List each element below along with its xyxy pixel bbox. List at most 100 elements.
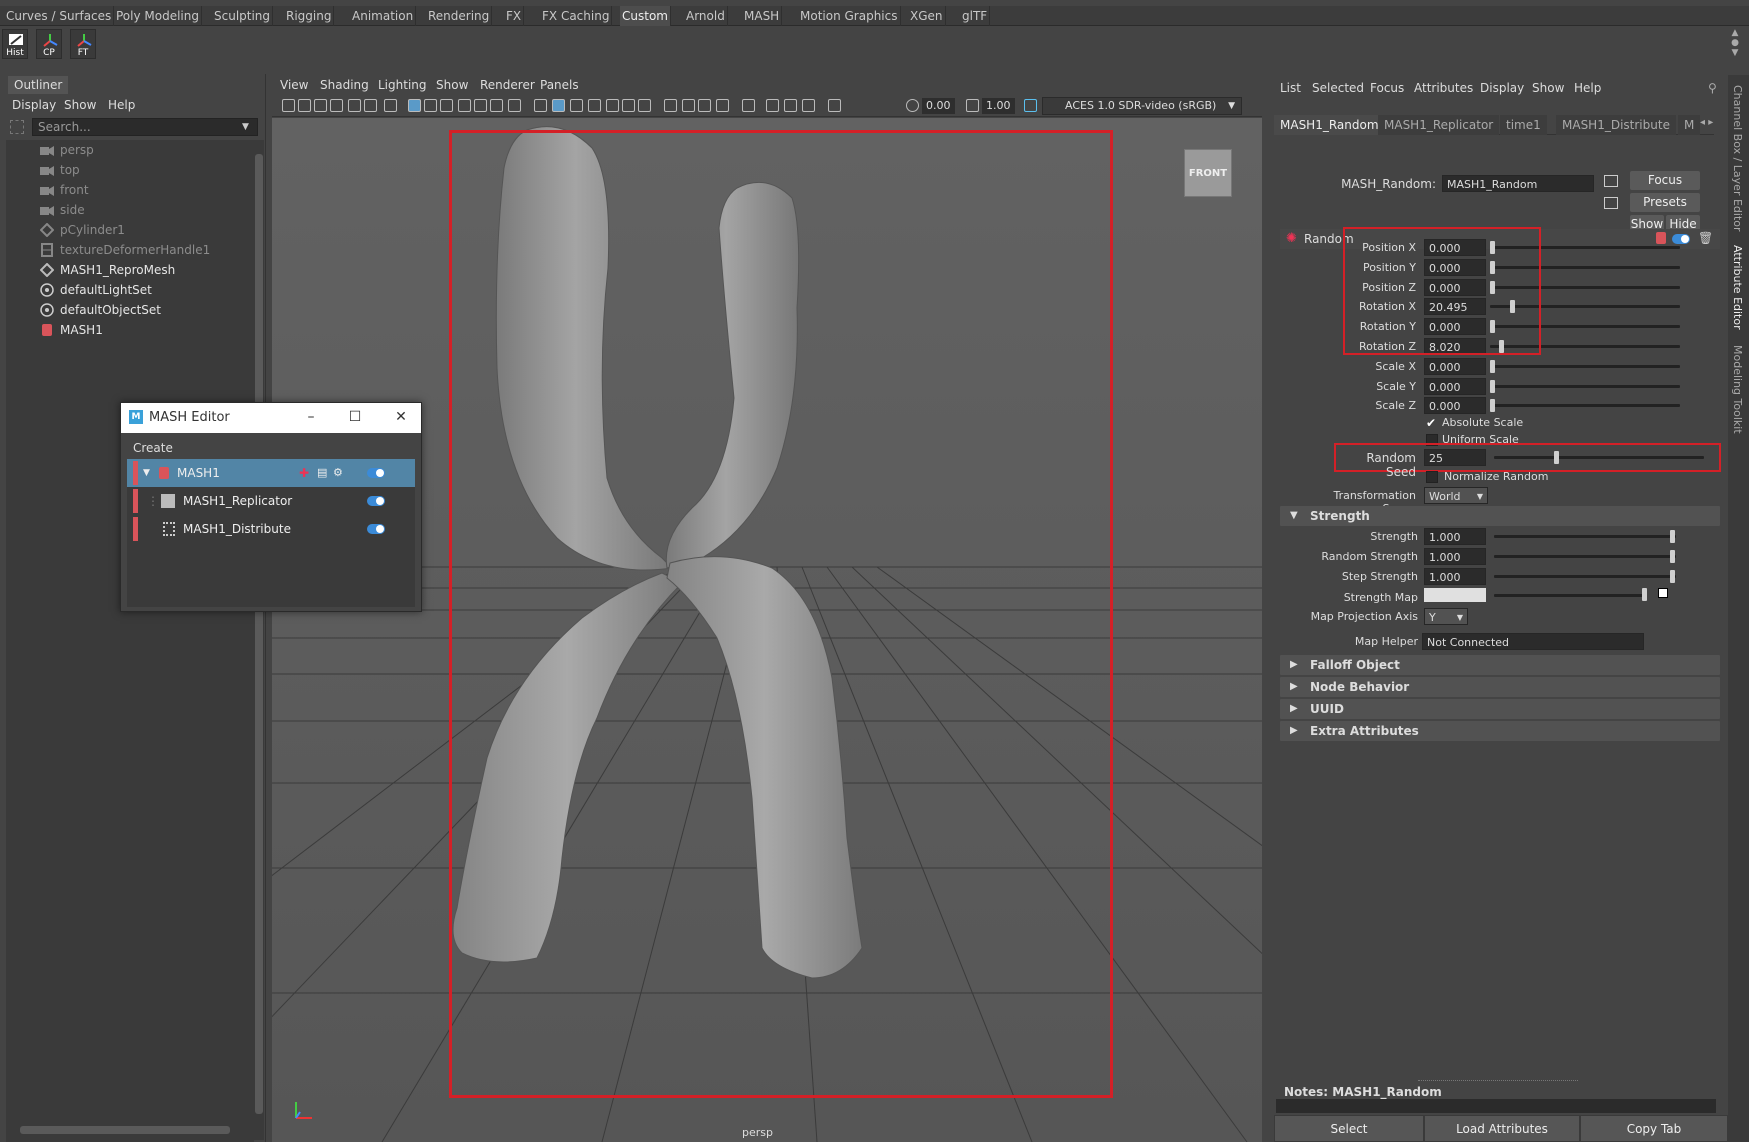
strength-attr-field[interactable]: 1.000	[1424, 568, 1486, 585]
mash-node-row-replicator[interactable]: ⋮ MASH1_Replicator	[127, 487, 415, 515]
strength-slider-handle[interactable]	[1670, 570, 1675, 583]
node-name-field[interactable]: MASH1_Random	[1442, 175, 1594, 192]
shelf-scroll-arrows[interactable]: ▲ ● ▼	[1728, 28, 1742, 60]
viewport-menu-renderer[interactable]: Renderer	[480, 75, 535, 95]
attr-field[interactable]: 0.000	[1424, 397, 1486, 415]
node-behavior-section[interactable]: ▶ Node Behavior	[1280, 677, 1720, 697]
filter-icon[interactable]	[10, 120, 24, 134]
viewport-tool-icon[interactable]	[474, 99, 487, 112]
viewport-tool-icon[interactable]	[588, 99, 601, 112]
viewport-tool-icon[interactable]	[508, 99, 521, 112]
search-options-chevron-icon[interactable]: ▼	[242, 122, 249, 132]
outliner-item-top[interactable]: top	[6, 160, 251, 180]
mash-editor-titlebar[interactable]: M MASH Editor – ☐ ✕	[121, 403, 421, 433]
output-connection-icon[interactable]	[1604, 197, 1618, 209]
shelf-tab-fx[interactable]: FX	[504, 6, 525, 26]
replicator-toggle[interactable]	[367, 496, 385, 506]
ae-menu-list[interactable]: List	[1280, 81, 1301, 95]
outliner-menu-display[interactable]: Display	[12, 96, 56, 114]
outliner-item-front[interactable]: front	[6, 180, 251, 200]
viewport-tool-icon[interactable]	[682, 99, 695, 112]
nodes-icon[interactable]: ⚙	[333, 459, 343, 487]
transformation-space-dropdown[interactable]: World ▼	[1424, 487, 1488, 504]
viewport-tool-icon[interactable]	[408, 99, 421, 112]
viewport-tool-icon[interactable]	[348, 99, 361, 112]
ae-tab-time1[interactable]: time1	[1500, 115, 1547, 135]
mash-node-icon[interactable]	[1656, 232, 1666, 244]
viewport-menu-show[interactable]: Show	[436, 75, 468, 95]
viewport-menu-shading[interactable]: Shading	[320, 75, 369, 95]
random-seed-slider[interactable]	[1494, 456, 1704, 459]
channel-box-tab[interactable]: Channel Box / Layer Editor	[1731, 85, 1744, 232]
shelf-tab-mash[interactable]: MASH	[742, 6, 783, 26]
viewport-tool-icon[interactable]	[440, 99, 453, 112]
strength-slider[interactable]	[1494, 575, 1676, 578]
extra-attributes-section[interactable]: ▶ Extra Attributes	[1280, 721, 1720, 741]
attr-slider-handle[interactable]	[1490, 359, 1495, 373]
random-seed-slider-handle[interactable]	[1554, 451, 1559, 464]
viewport-menu-lighting[interactable]: Lighting	[378, 75, 427, 95]
outliner-search-input[interactable]: Search...	[32, 118, 258, 136]
viewport-tool-icon[interactable]	[766, 99, 779, 112]
viewport-tool-icon[interactable]	[490, 99, 503, 112]
ae-menu-display[interactable]: Display	[1480, 81, 1524, 95]
ae-tab-more[interactable]: M	[1678, 115, 1701, 135]
attr-field[interactable]: 0.000	[1424, 377, 1486, 395]
strength-map-slider[interactable]	[1494, 594, 1644, 597]
strength-slider-handle[interactable]	[1670, 530, 1675, 543]
shelf-tab-arnold[interactable]: Arnold	[684, 6, 728, 26]
outliner-item-pcylinder1[interactable]: pCylinder1	[6, 220, 251, 240]
attr-slider[interactable]	[1490, 364, 1680, 368]
attr-slider-handle[interactable]	[1490, 399, 1495, 413]
ae-menu-attributes[interactable]: Attributes	[1414, 81, 1473, 95]
tab-scroll-arrows[interactable]: ◂ ▸	[1700, 117, 1713, 128]
hist-shelf-button[interactable]: Hist	[2, 29, 28, 59]
close-icon[interactable]: ✕	[391, 407, 411, 427]
absolute-scale-checkbox[interactable]: ✔	[1426, 417, 1438, 429]
outliner-item-defaultlightset[interactable]: defaultLightSet	[6, 280, 251, 300]
notes-field[interactable]	[1276, 1099, 1716, 1113]
scroll-thumb[interactable]	[255, 154, 263, 1114]
view-cube-front[interactable]: FRONT	[1184, 149, 1232, 197]
shelf-tab-motion-graphics[interactable]: Motion Graphics	[798, 6, 901, 26]
viewport-menu-panels[interactable]: Panels	[540, 75, 579, 95]
distribute-toggle[interactable]	[367, 524, 385, 534]
outliner-item-defaultobjectset[interactable]: defaultObjectSet	[6, 300, 251, 320]
notes-icon[interactable]: ▤	[317, 459, 327, 487]
falloff-object-section[interactable]: ▶ Falloff Object	[1280, 655, 1720, 675]
viewport-tool-icon[interactable]	[330, 99, 343, 112]
modeling-toolkit-tab[interactable]: Modeling Toolkit	[1731, 345, 1744, 434]
map-projection-axis-dropdown[interactable]: Y ▼	[1424, 608, 1468, 625]
shelf-tab-rigging[interactable]: Rigging	[284, 6, 335, 26]
viewport-tool-icon[interactable]	[742, 99, 755, 112]
add-node-icon[interactable]: ✚	[299, 459, 309, 487]
enable-toggle[interactable]	[1672, 234, 1690, 244]
outliner-menu-show[interactable]: Show	[64, 96, 96, 114]
outliner-item-texturedeformerhandle1[interactable]: textureDeformerHandle1	[6, 240, 251, 260]
notes-divider[interactable]	[1418, 1080, 1578, 1081]
viewport-tool-icon[interactable]	[384, 99, 397, 112]
minimize-icon[interactable]: –	[301, 407, 321, 427]
viewport-tool-icon[interactable]	[802, 99, 815, 112]
outliner-item-side[interactable]: side	[6, 200, 251, 220]
strength-attr-field[interactable]: 1.000	[1424, 528, 1486, 545]
strength-map-swatch[interactable]	[1424, 588, 1486, 602]
mash-node-row-mash1[interactable]: ▼ MASH1 ✚ ▤ ⚙	[127, 459, 415, 487]
strength-map-slider-handle[interactable]	[1642, 588, 1647, 601]
mash1-toggle[interactable]	[367, 468, 385, 478]
viewport-tool-icon[interactable]	[622, 99, 635, 112]
shelf-tab-fx-caching[interactable]: FX Caching	[540, 6, 613, 26]
viewport-tool-icon[interactable]	[314, 99, 327, 112]
3d-viewport[interactable]: FRONT persp	[272, 118, 1262, 1142]
load-attributes-button[interactable]: Load Attributes	[1424, 1115, 1580, 1142]
shelf-tab-rendering[interactable]: Rendering	[426, 6, 493, 26]
ae-menu-help[interactable]: Help	[1574, 81, 1601, 95]
ae-tab-mash1-distribute[interactable]: MASH1_Distribute	[1556, 115, 1676, 135]
shelf-tab-curves-surfaces[interactable]: Curves / Surfaces	[4, 6, 115, 26]
strength-slider[interactable]	[1494, 555, 1676, 558]
viewport-tool-icon[interactable]	[606, 99, 619, 112]
outliner-tab[interactable]: Outliner	[8, 76, 69, 94]
gamma-field[interactable]: 1.00	[982, 98, 1015, 114]
viewport-tool-icon[interactable]	[552, 99, 565, 112]
shelf-tab-poly-modeling[interactable]: Poly Modeling	[114, 6, 202, 26]
